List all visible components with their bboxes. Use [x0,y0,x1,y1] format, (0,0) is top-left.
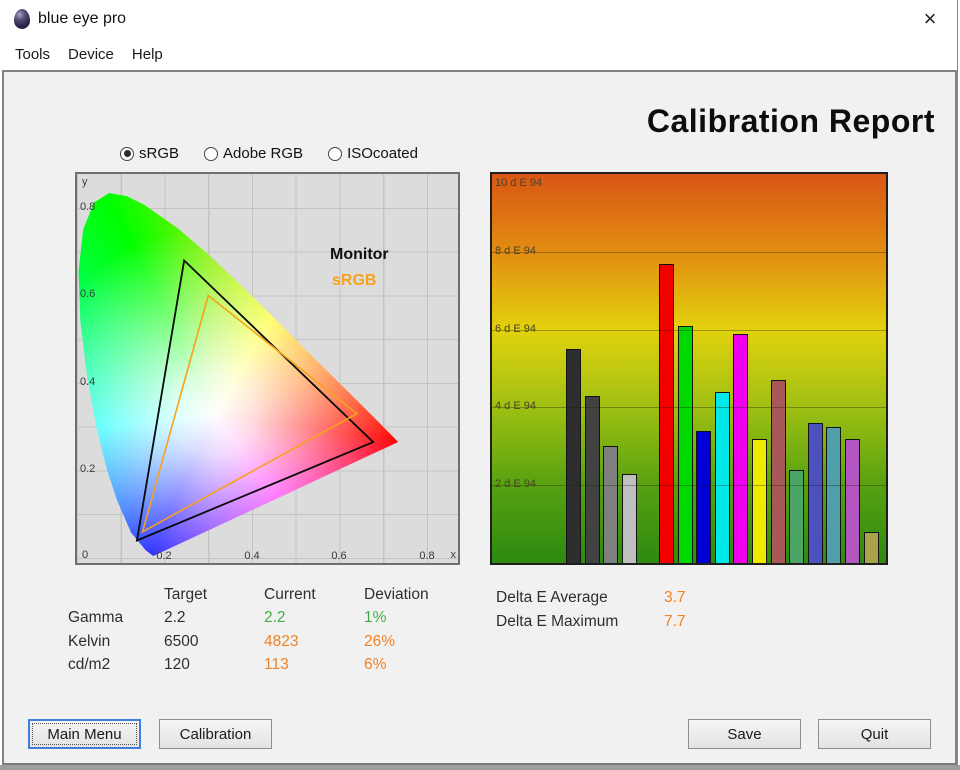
delta-bar-yellow [751,438,767,563]
page-title: Calibration Report [646,103,935,139]
deviation-value: 6% [364,656,387,674]
x-axis-label: x [450,549,457,561]
table-header-current: Current [264,585,316,603]
current-value: 2.2 [264,609,286,627]
axis-label-4dE: 4 d E 94 [495,400,536,413]
menu-bar: Tools Device Help [0,38,960,70]
delta-average-label: Delta E Average [496,589,608,606]
delta-maximum-label: Delta E Maximum [496,613,619,630]
delta-bar-black [566,349,581,563]
delta-e-summary: Delta E Average 3.7 Delta E Maximum 7.7 [496,586,686,634]
axis-label-10dE: 10 d E 94 [495,177,543,189]
gridline-6dE [492,329,886,331]
delta-bar-red [658,263,674,563]
y-axis-label: y [82,176,88,188]
delta-bar-teal [826,426,842,563]
radio-adobe-rgb[interactable]: Adobe RGB [204,145,303,162]
axis-label-8dE: 8 d E 94 [495,244,536,257]
menu-tools[interactable]: Tools [6,42,59,67]
gamut-selector: sRGB Adobe RGB ISOcoated [120,145,418,162]
calibration-button[interactable]: Calibration [159,719,272,749]
delta-bars [566,174,881,563]
delta-bar-orchid [844,438,860,563]
gridline-2dE [492,485,886,487]
current-value: 4823 [264,632,299,650]
target-value: 2.2 [164,609,186,627]
delta-bar-magenta [733,333,749,563]
close-icon[interactable]: × [917,6,943,32]
window-title: blue eye pro [38,10,127,27]
radio-isocoated[interactable]: ISOcoated [328,145,418,162]
save-button[interactable]: Save [688,719,801,749]
quit-button[interactable]: Quit [818,719,931,749]
y-tick: 0.6 [80,288,96,300]
row-label-gamma: Gamma [68,609,124,627]
x-tick: 0.8 [419,550,435,562]
delta-maximum-value: 7.7 [664,613,686,630]
x-tick: 0.6 [331,550,347,562]
radio-srgb[interactable]: sRGB [120,145,179,162]
calibration-results-table: Target Current Deviation Gamma 2.2 2.2 1% Kelvi… [68,583,474,677]
delta-bar-blue [696,430,712,563]
app-window: blue eye pro × Tools Device Help Calibra… [0,0,960,770]
delta-bar-dark-gray [584,395,600,563]
axis-label-6dE: 6 d E 94 [495,322,536,335]
row-label-cd/m2: cd/m2 [68,656,111,674]
radio-label: sRGB [139,145,180,162]
current-value: 113 [264,656,289,674]
y-tick: 0.4 [80,376,96,388]
radio-icon[interactable] [204,146,219,161]
delta-bar-green [677,325,693,563]
delta-e-bar-chart: 10 d E 94 8 d E 94 6 d E 94 4 d E 94 2 d E 9… [490,172,888,565]
client-area: Calibration Report sRGB Adobe RGB ISOcoate… [2,70,957,765]
gamut-triangles [77,174,458,563]
y-tick: 0.2 [80,463,96,475]
target-value: 6500 [164,632,199,650]
y-tick: 0.8 [80,201,96,213]
delta-average-value: 3.7 [664,589,686,606]
delta-bar-sea-green [789,469,805,563]
delta-bar-gray [603,446,619,563]
app-icon [14,9,30,29]
menu-help[interactable]: Help [123,42,172,67]
delta-bar-light-gray [621,473,637,563]
table-header-target: Target [164,585,208,603]
radio-icon[interactable] [328,146,343,161]
table-header-deviation: Deviation [364,585,429,603]
window-bottom-frame [0,765,960,770]
delta-bar-cyan [714,391,730,563]
delta-bar-slate-blue [807,423,823,563]
radio-label: Adobe RGB [223,145,304,162]
target-value: 120 [164,656,190,674]
main-menu-button[interactable]: Main Menu [28,719,141,749]
row-label-kelvin: Kelvin [68,632,111,650]
cie-chromaticity-chart: y 0.8 0.6 0.4 0.2 0 0.2 0.4 0.6 0.8 x Mo… [75,172,460,565]
deviation-value: 1% [364,609,387,627]
radio-icon[interactable] [120,146,134,161]
gridline-8dE [492,251,886,253]
srgb-gamut-triangle [143,295,357,531]
menu-device[interactable]: Device [59,42,123,67]
radio-label: ISOcoated [347,145,418,162]
title-bar: blue eye pro × [0,0,960,38]
legend-monitor: Monitor [330,246,389,263]
monitor-gamut-triangle [137,261,373,541]
legend-srgb: sRGB [332,272,377,289]
x-tick: 0.2 [156,550,172,562]
x-tick: 0.4 [244,550,260,562]
deviation-value: 26% [364,632,396,650]
axis-label-2dE: 2 d E 94 [495,478,536,491]
delta-bar-khaki [863,531,879,563]
gridline-4dE [492,407,886,409]
origin-tick: 0 [82,549,89,561]
